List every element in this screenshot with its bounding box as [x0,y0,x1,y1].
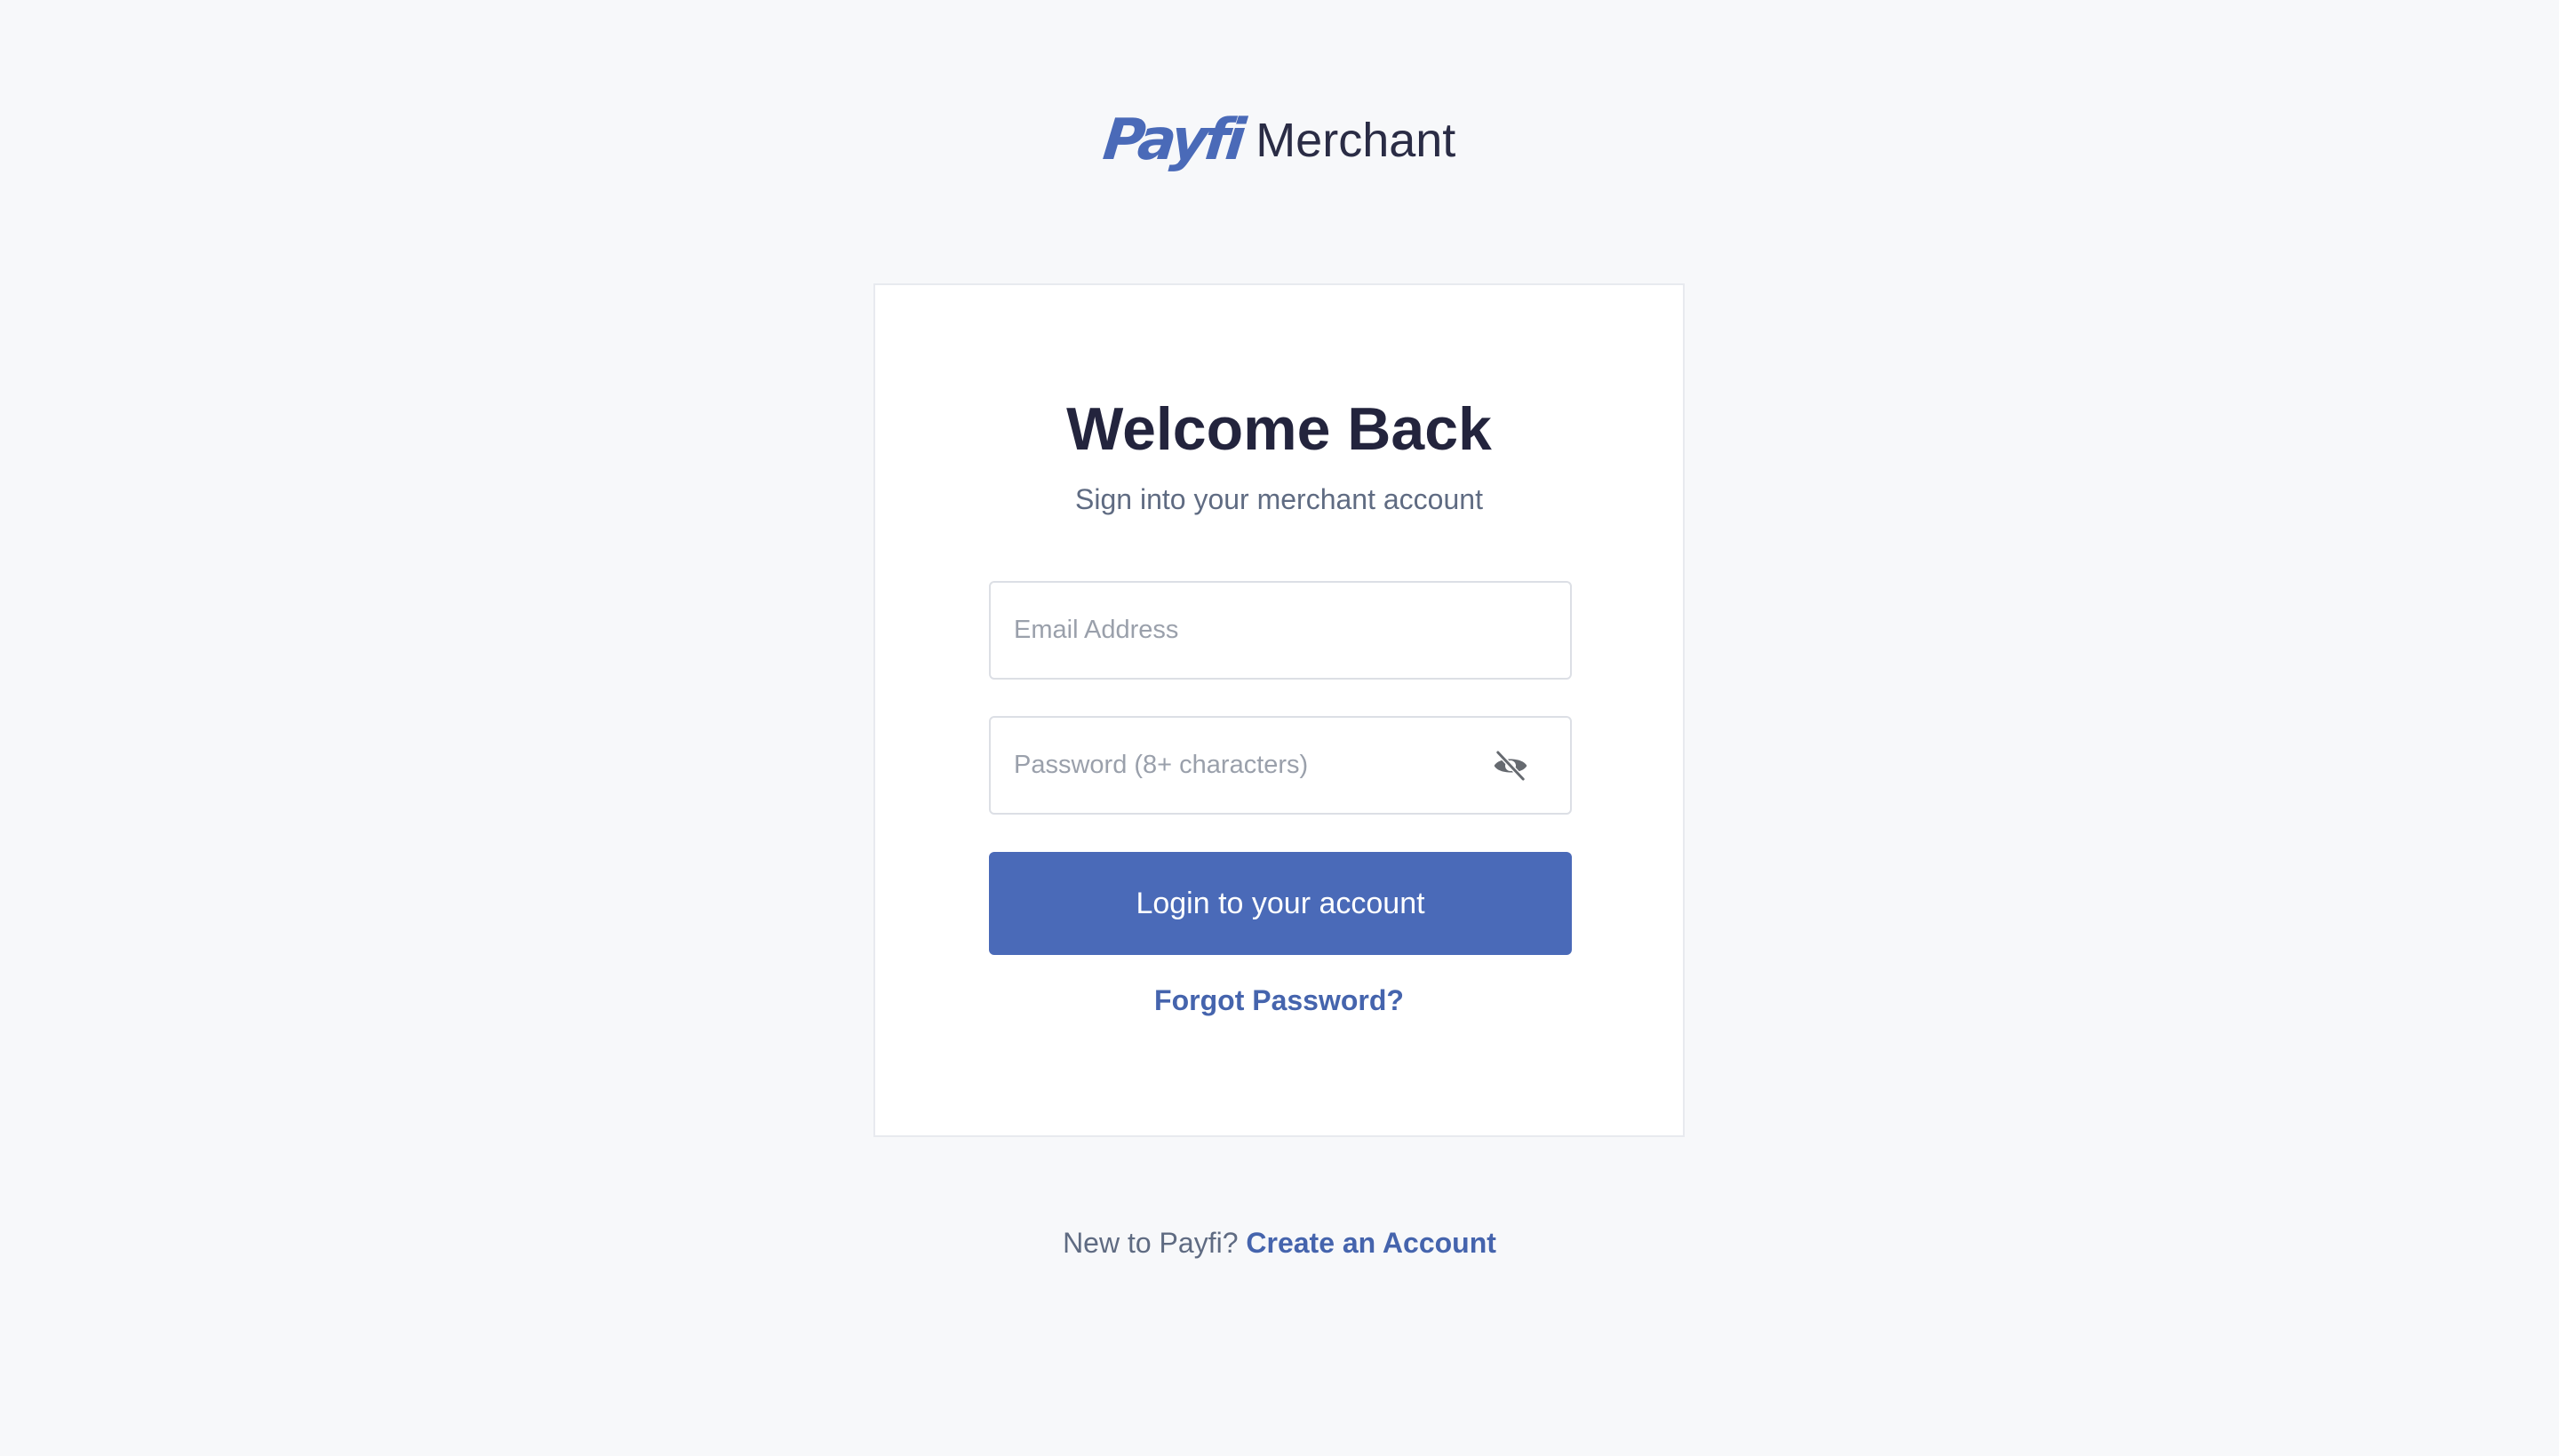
payfi-logo: Payfi [1099,107,1246,173]
forgot-password-row: Forgot Password? [875,986,1683,1014]
login-card: Welcome Back Sign into your merchant acc… [873,283,1685,1137]
password-field[interactable] [991,718,1570,813]
signup-prompt-text: New to Payfi? [1063,1227,1239,1259]
login-button[interactable]: Login to your account [989,852,1572,955]
create-account-link[interactable]: Create an Account [1246,1227,1496,1259]
email-field-container [989,581,1572,680]
page-subtitle: Sign into your merchant account [1075,483,1483,515]
brand-product-name: Merchant [1256,114,1456,167]
brand-lockup: Payfi Merchant [1100,107,1456,173]
page-title: Welcome Back [1066,395,1492,463]
signup-prompt: New to Payfi? Create an Account [0,1229,2559,1257]
password-field-container [989,716,1572,815]
brand-header: Payfi Merchant [0,105,2559,176]
forgot-password-link[interactable]: Forgot Password? [1154,984,1404,1016]
email-field[interactable] [991,583,1570,678]
eye-off-icon[interactable] [1490,748,1531,784]
